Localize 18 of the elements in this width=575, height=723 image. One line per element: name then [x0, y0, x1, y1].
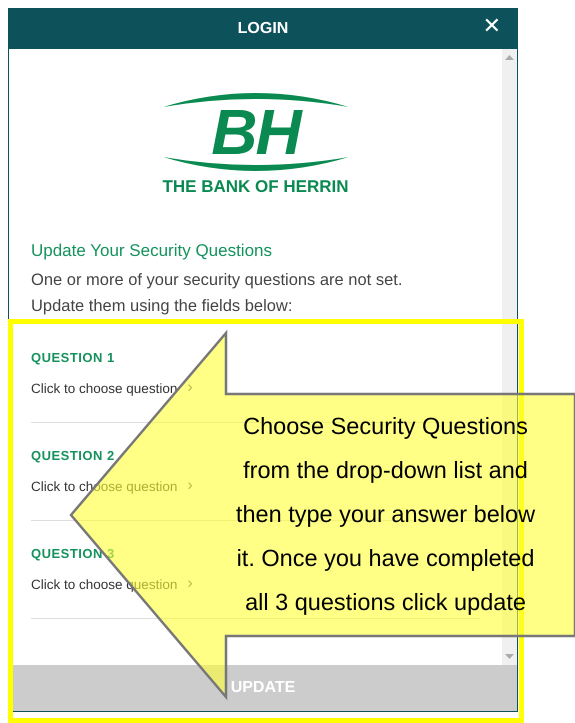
callout-text: Choose Security Questions — [243, 412, 528, 441]
callout-text: it. Once you have completed — [236, 544, 534, 573]
scroll-up-icon[interactable] — [505, 55, 514, 60]
bank-name: THE BANK OF HERRIN — [162, 177, 349, 197]
choose-question-link[interactable]: Click to choose question › — [31, 379, 193, 397]
scroll-down-icon[interactable] — [505, 654, 514, 659]
question-label: QUESTION 3 — [31, 546, 115, 561]
callout-text: then type your answer below — [236, 500, 536, 529]
section-heading: Update Your Security Questions — [31, 241, 273, 261]
intro-text: One or more of your security questions are not set. — [31, 270, 404, 291]
logo-monogram: BH — [211, 100, 300, 164]
close-button[interactable]: ✕ — [478, 14, 505, 39]
question-label: QUESTION 1 — [31, 350, 115, 365]
callout-text: all 3 questions click update — [245, 588, 526, 617]
window-title: LOGIN — [238, 20, 288, 38]
callout-text: from the drop-down list and — [243, 456, 528, 485]
question-label: QUESTION 2 — [31, 448, 115, 463]
intro-text: Update them using the fields below: — [31, 296, 294, 317]
